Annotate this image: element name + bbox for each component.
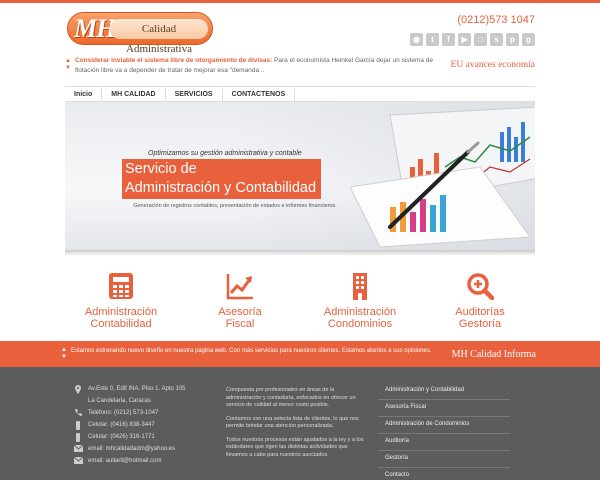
news-ticker: ▲ ▼ Considerar inviable el sistema libre … — [65, 56, 535, 78]
service-title: Auditorías Gestoría — [455, 306, 505, 330]
hero-banner: Optimizamos su gestión administrativa y … — [65, 102, 535, 250]
service-auditorias-gestoria[interactable]: Auditorías Gestoría — [425, 272, 535, 330]
top-accent-bar — [0, 0, 600, 3]
hero-laptop-illustration — [350, 107, 535, 247]
footer-contact: Av.Este 0, Edif INA. Piso 1. Apto 105 La… — [74, 383, 214, 467]
nav-inicio[interactable]: Inicio — [65, 87, 103, 101]
footer-link-administracion-contabilidad[interactable]: Administración y Contabilidad — [378, 383, 510, 400]
nav-mh-calidad[interactable]: MH CALIDAD — [102, 87, 166, 101]
announcement-band: ▲ ▼ Estamos estrenando nuevo diseño en nu… — [0, 341, 600, 367]
twitter-icon[interactable]: t — [426, 33, 439, 46]
ticker-arrows-icon[interactable]: ▲ ▼ — [65, 58, 71, 72]
footer-address-line2: La Candelaria, Caracas — [88, 398, 152, 404]
footer-link-contacto[interactable]: Contacto — [378, 468, 510, 480]
footer-link-asesoria-fiscal[interactable]: Asesoría Fiscal — [378, 400, 510, 417]
service-administracion-condominios[interactable]: Administración Condominios — [305, 272, 415, 330]
footer-cell-1: Celular: (0416) 838-3447 — [74, 419, 214, 431]
hero-reflection — [65, 250, 535, 256]
map-pin-icon — [75, 385, 81, 394]
envelope-icon — [74, 445, 83, 452]
footer: Av.Este 0, Edif INA. Piso 1. Apto 105 La… — [0, 367, 600, 480]
about-paragraph: Contamos con una selecta lista de client… — [226, 415, 359, 430]
nav-servicios[interactable]: SERVICIOS — [166, 87, 223, 101]
magnifier-icon — [467, 273, 494, 300]
news-text: Considerar inviable el sistema libre de … — [75, 56, 435, 76]
header-phone: (0212)573 1047 — [457, 14, 535, 26]
footer-cell-2: Celular: (0426) 316-1771 — [74, 431, 214, 443]
mobile-icon — [76, 433, 80, 442]
service-title: Administración Condominios — [323, 306, 397, 330]
service-asesoria-fiscal[interactable]: Asesoría Fiscal — [185, 272, 295, 330]
envelope-icon — [74, 457, 83, 464]
phone-icon — [75, 409, 82, 416]
footer-link-gestoria[interactable]: Gestoría — [378, 451, 510, 468]
mobile-icon — [76, 421, 80, 430]
announcement-brand: MH Calidad Informa — [451, 349, 536, 360]
skype-icon[interactable]: s — [490, 33, 503, 46]
footer-address: Av.Este 0, Edif INA. Piso 1. Apto 105 — [74, 383, 214, 395]
footer-email-1: email: mhcalidadadm@yahoo.es — [74, 443, 214, 455]
band-arrows-icon[interactable]: ▲ ▼ — [61, 347, 67, 361]
footer-link-administracion-condominios[interactable]: Administración de Condominios — [378, 417, 510, 434]
hero-title: Servicio de Administración y Contabilida… — [122, 159, 322, 199]
footer-email-2: email: auliarll@hotmail.com — [74, 455, 214, 467]
footer-phone: Teléfono: (0212) 573-1047 — [74, 407, 214, 419]
rss-icon[interactable]: ◉ — [410, 33, 423, 46]
announcement-text: Estamos estrenando nuevo diseño en nuest… — [71, 348, 432, 354]
logo[interactable]: MH Calidad Administrativa — [67, 12, 213, 55]
news-brand: EU avances economía — [450, 60, 535, 70]
facebook-icon[interactable]: f — [442, 33, 455, 46]
service-title: Administración Contabilidad — [84, 306, 158, 330]
hero-tagline: Optimizamos su gestión administrativa y … — [148, 150, 302, 157]
instagram-icon[interactable]: □ — [474, 33, 487, 46]
news-headline[interactable]: Considerar inviable el sistema libre de … — [75, 57, 272, 64]
social-links: ◉ t f ▶ □ s p g — [410, 33, 535, 46]
nav-contactenos[interactable]: CONTACTENOS — [223, 87, 296, 101]
youtube-icon[interactable]: ▶ — [458, 33, 471, 46]
footer-links: Administración y Contabilidad Asesoría F… — [378, 383, 510, 480]
hero-description: Generación de registros contables, prese… — [133, 203, 337, 209]
logo-name: Calidad Administrativa — [110, 19, 208, 55]
service-title: Asesoría Fiscal — [218, 306, 262, 330]
about-paragraph: Compuesta por profesionales en áreas de … — [226, 387, 356, 408]
google-plus-icon[interactable]: g — [522, 33, 535, 46]
footer-link-auditoria[interactable]: Auditoría — [378, 434, 510, 451]
building-icon — [353, 273, 367, 300]
main-nav: Inicio MH CALIDAD SERVICIOS CONTACTENOS — [65, 86, 535, 102]
service-administracion-contabilidad[interactable]: Administración Contabilidad — [66, 272, 176, 330]
pinterest-icon[interactable]: p — [506, 33, 519, 46]
about-paragraph: Todos nuestros procesos están ajustados … — [226, 436, 364, 458]
calculator-icon — [109, 273, 133, 299]
trend-chart-icon — [226, 274, 253, 300]
footer-about: Compuesta por profesionales en áreas de … — [226, 387, 366, 465]
